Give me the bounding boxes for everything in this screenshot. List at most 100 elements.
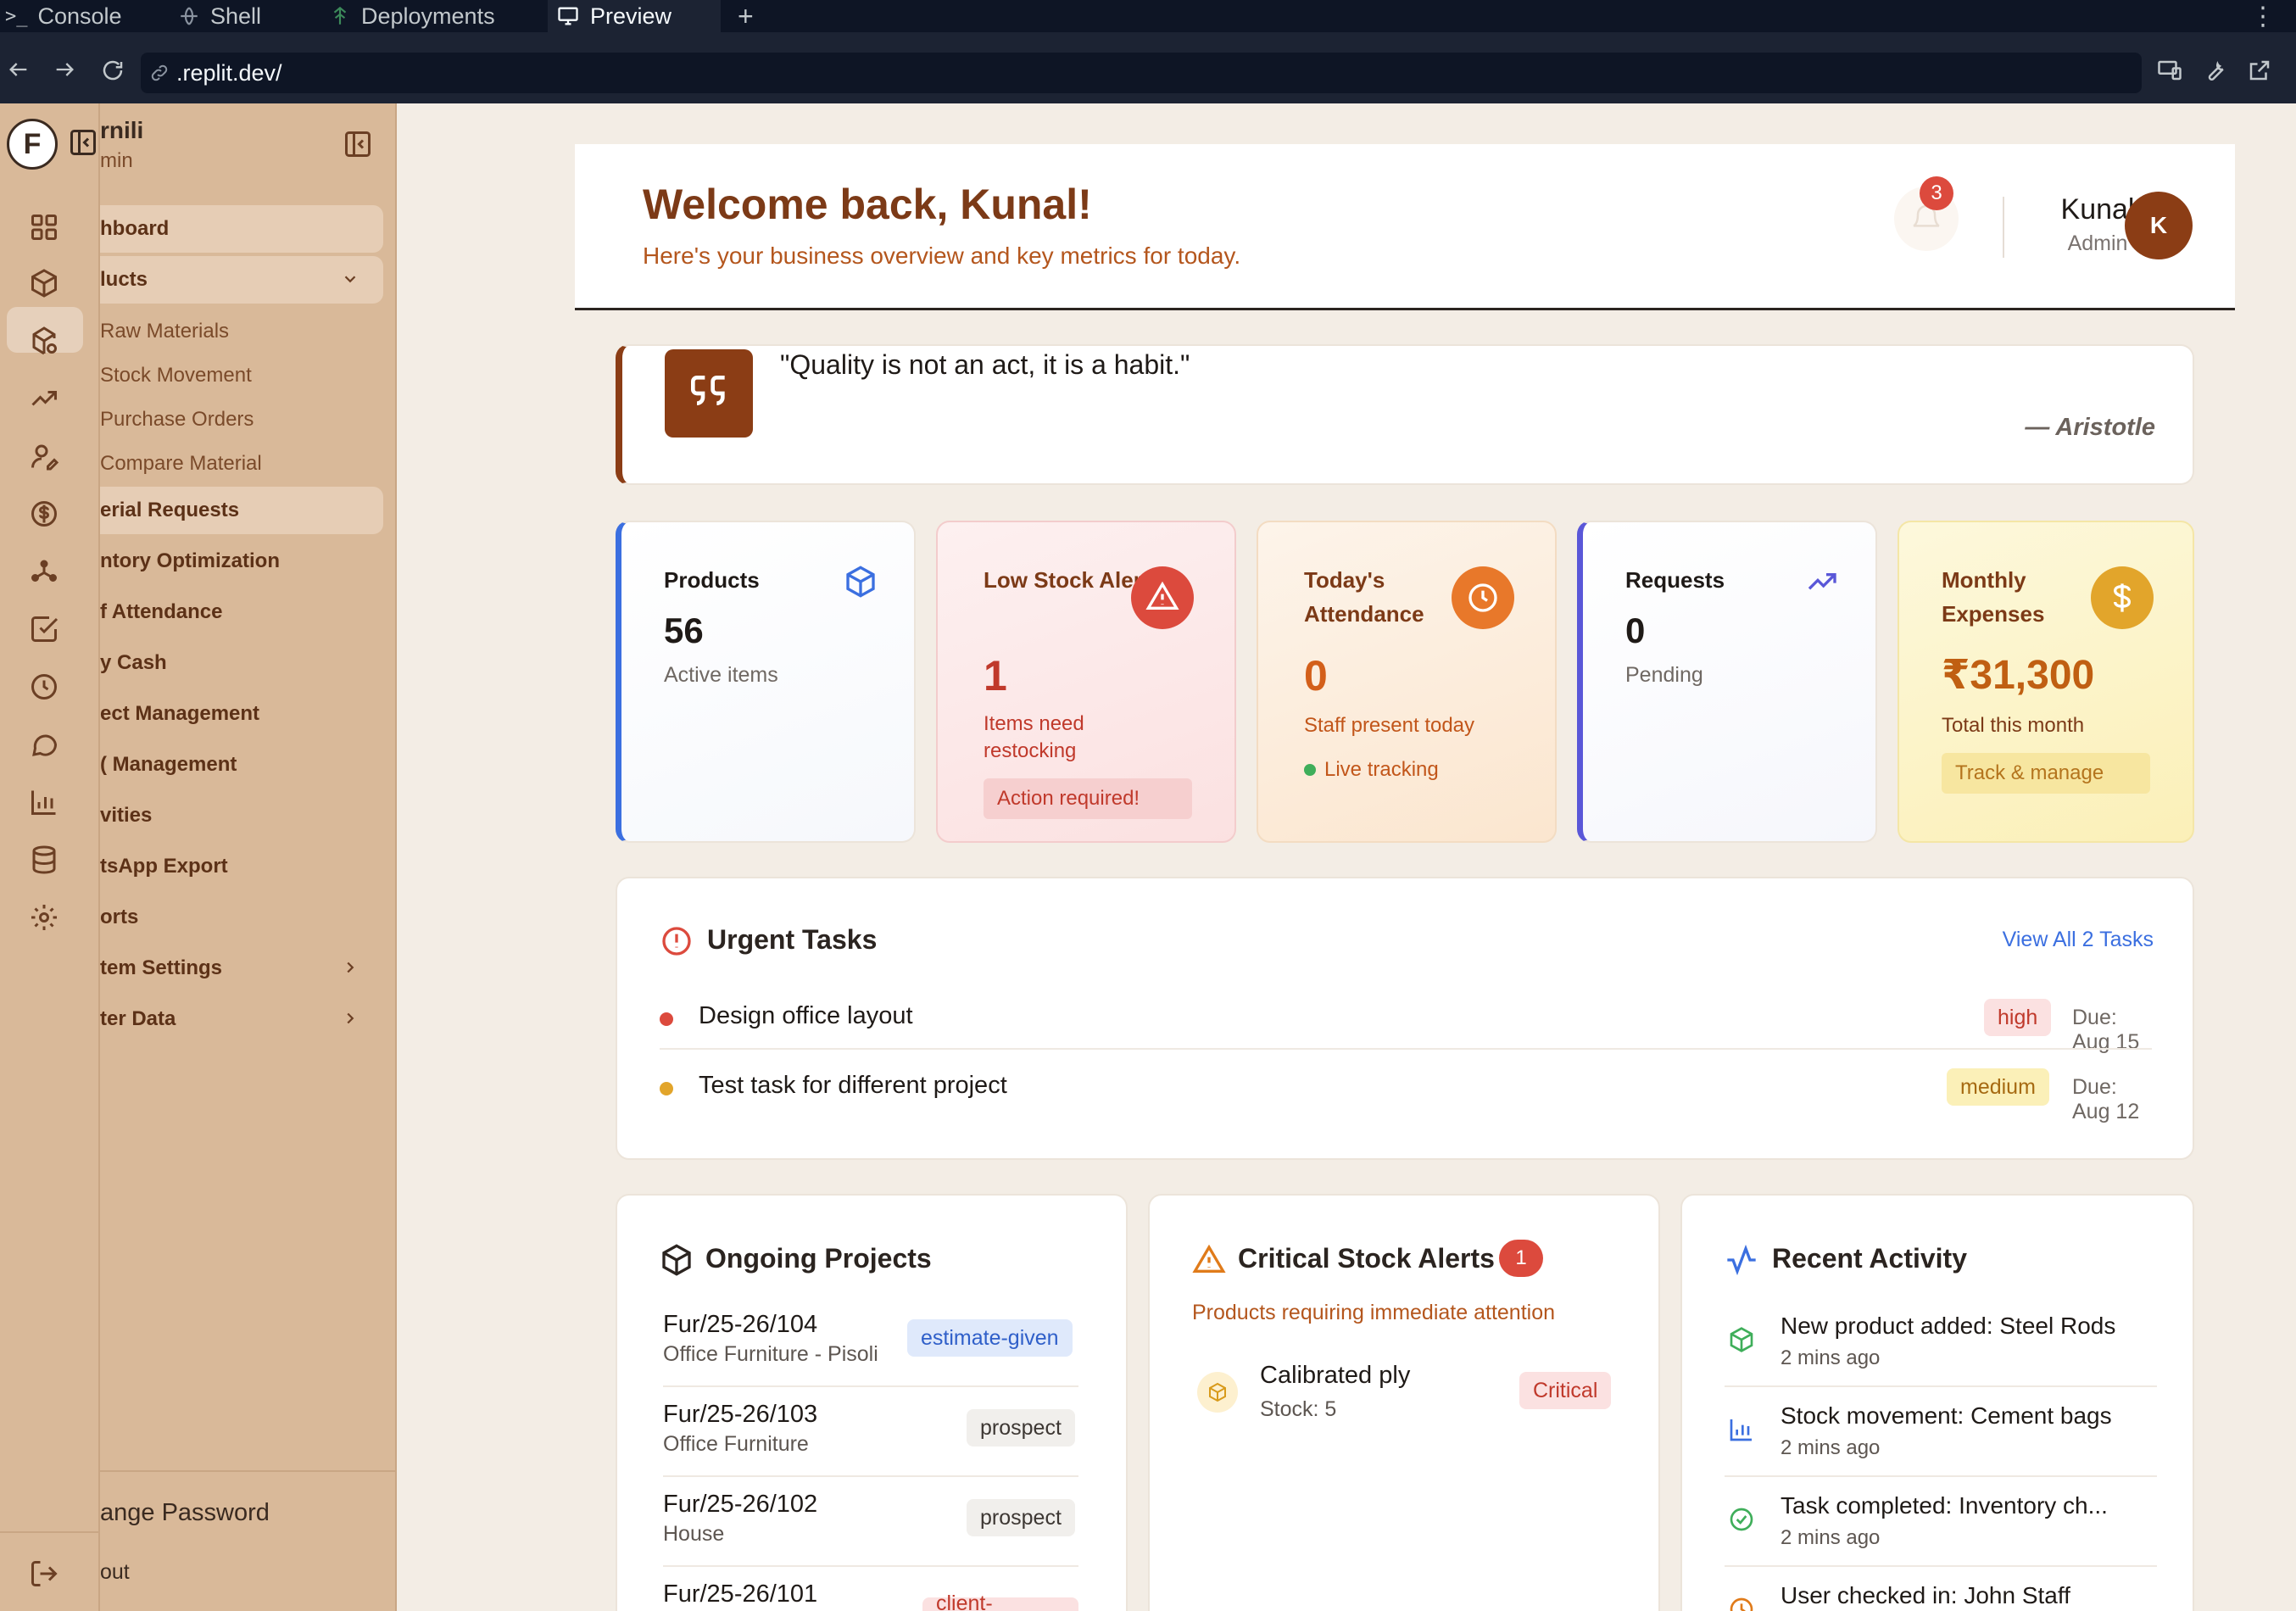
devtools-button[interactable]	[2203, 58, 2228, 83]
urgent-tasks-card: Urgent Tasks View All 2 Tasks Design off…	[616, 877, 2194, 1160]
stat-card-requests[interactable]: Requests 0 Pending	[1577, 521, 1877, 843]
sidebar-subitem-raw-materials[interactable]: Raw Materials	[100, 320, 229, 343]
sidebar-item-master-data[interactable]: ter Data	[100, 995, 383, 1043]
browser-tab-bar: >_ Console Shell Deployments Preview + ⋮	[0, 0, 2296, 32]
rail-logout[interactable]	[29, 1558, 63, 1592]
sidebar-item-project-management[interactable]: ect Management	[100, 690, 383, 738]
reload-button[interactable]	[100, 58, 125, 83]
external-link-icon	[2249, 60, 2270, 81]
shell-icon	[178, 5, 200, 27]
activity-text: Task completed: Inventory ch...	[1781, 1492, 2108, 1519]
stat-card-attendance[interactable]: Today's Attendance 0 Staff present today…	[1257, 521, 1557, 843]
stat-value: 56	[664, 610, 704, 650]
priority-dot-icon	[660, 1012, 673, 1026]
change-password-link[interactable]: ange Password	[100, 1499, 270, 1527]
tab-preview[interactable]: Preview	[548, 0, 721, 32]
dollar-icon	[2113, 583, 2132, 612]
stock-item-qty: Stock: 5	[1260, 1397, 1337, 1421]
sidebar-item-products[interactable]: lucts	[100, 256, 383, 304]
quote-icon-box	[665, 349, 753, 438]
arrow-right-icon	[56, 63, 74, 76]
chevron-right-icon	[347, 1012, 354, 1024]
sidebar-item-label: lucts	[100, 268, 148, 291]
project-row[interactable]: Fur/25-26/102 House prospect	[663, 1491, 1078, 1575]
critical-badge: Critical	[1519, 1372, 1612, 1409]
sidebar-item-label: ( Management	[100, 753, 237, 776]
browser-menu-button[interactable]: ⋮	[2250, 0, 2276, 32]
sidebar-item-dashboard[interactable]: hboard	[100, 205, 383, 253]
rail-attendance[interactable]	[29, 672, 63, 705]
sidebar-item-label: tsApp Export	[100, 855, 228, 878]
rail-dashboard[interactable]	[29, 212, 63, 246]
sidebar-item-task-management[interactable]: ( Management	[100, 741, 383, 789]
back-button[interactable]	[7, 58, 31, 81]
task-row[interactable]: Design office layout high Due: Aug 15	[660, 995, 2152, 1054]
devices-button[interactable]	[2157, 58, 2182, 83]
sidebar-item-label: orts	[100, 906, 139, 928]
rail-trends[interactable]	[29, 383, 63, 417]
sidebar-item-petty-cash[interactable]: y Cash	[100, 639, 383, 687]
sidebar-item-inventory-optimization[interactable]: ntory Optimization	[100, 538, 383, 585]
sidebar-subitem-purchase-orders[interactable]: Purchase Orders	[100, 408, 254, 432]
status-badge: estimate-given	[907, 1319, 1073, 1357]
logout-link[interactable]: out	[100, 1560, 130, 1585]
stat-card-products[interactable]: Products 56 Active items	[616, 521, 916, 843]
tab-console[interactable]: >_ Console	[5, 0, 166, 32]
rail-products[interactable]	[29, 268, 63, 302]
task-row[interactable]: Test task for different project medium D…	[660, 1065, 2152, 1123]
url-field[interactable]: .replit.dev/	[141, 53, 2142, 93]
project-row[interactable]: Fur/25-26/104 Office Furniture - Pisoli …	[663, 1311, 1078, 1396]
welcome-header: Welcome back, Kunal! Here's your busines…	[575, 144, 2235, 310]
sidebar-subitem-label: Purchase Orders	[100, 408, 254, 431]
project-row[interactable]: Fur/25-26/103 Office Furniture prospect	[663, 1401, 1078, 1486]
activity-item: New product added: Steel Rods 2 mins ago	[1725, 1313, 2157, 1389]
rail-database[interactable]	[29, 845, 63, 878]
rail-network[interactable]	[29, 556, 63, 590]
bar-chart-icon	[31, 790, 56, 815]
rail-chat[interactable]	[29, 729, 63, 763]
track-manage-chip[interactable]: Track & manage	[1942, 753, 2150, 794]
stat-label: Low Stock Alert	[984, 567, 1150, 593]
rail-settings[interactable]	[29, 902, 63, 936]
stat-card-expenses[interactable]: Monthly Expenses ₹31,300 Total this mont…	[1898, 521, 2194, 843]
forward-button[interactable]	[53, 58, 76, 81]
rail-reports[interactable]	[29, 787, 63, 821]
status-badge: prospect	[967, 1499, 1075, 1536]
sidebar-item-staff-attendance[interactable]: f Attendance	[100, 588, 383, 636]
sidebar-item-label: f Attendance	[100, 600, 223, 623]
package-icon	[846, 566, 875, 598]
sidebar-toggle-small[interactable]	[68, 127, 98, 158]
rail-tasks[interactable]	[29, 614, 63, 648]
notification-count-badge: 3	[1920, 176, 1953, 210]
sidebar-item-whatsapp-export[interactable]: tsApp Export	[100, 843, 383, 890]
tab-label: Console	[37, 3, 122, 29]
rail-users[interactable]	[29, 441, 63, 475]
stat-card-low-stock[interactable]: Low Stock Alert 1 Items need restocking …	[936, 521, 1236, 843]
devices-icon	[2158, 60, 2182, 81]
project-row[interactable]: Fur/25-26/101 client-approved	[663, 1580, 1078, 1611]
row-divider	[1725, 1565, 2157, 1567]
new-tab-button[interactable]: +	[738, 0, 763, 32]
collapse-sidebar-button[interactable]	[343, 129, 373, 159]
stock-item-name: Calibrated ply	[1260, 1362, 1411, 1389]
view-all-tasks-link[interactable]: View All 2 Tasks	[2003, 928, 2154, 952]
stock-alert-row[interactable]: Calibrated ply Stock: 5 Critical	[1192, 1362, 1619, 1438]
sidebar-divider	[100, 1470, 395, 1472]
tab-shell[interactable]: Shell	[178, 0, 314, 32]
sidebar-subitem-compare-material[interactable]: Compare Material	[100, 452, 262, 476]
activity-item: Stock movement: Cement bags 2 mins ago	[1725, 1402, 2157, 1479]
rail-cash[interactable]	[29, 499, 63, 532]
activity-text: User checked in: John Staff	[1781, 1582, 2070, 1608]
sidebar-subitem-stock-movement[interactable]: Stock Movement	[100, 364, 252, 387]
rail-materials[interactable]	[29, 326, 63, 360]
tab-deployments[interactable]: Deployments	[329, 0, 532, 32]
avatar[interactable]: K	[2125, 192, 2193, 259]
arrow-left-icon	[9, 63, 27, 76]
sidebar-item-system-settings[interactable]: tem Settings	[100, 945, 383, 992]
open-new-window-button[interactable]	[2247, 58, 2272, 83]
sidebar-item-material-requests[interactable]: erial Requests	[100, 487, 383, 534]
notification-button[interactable]: 3	[1894, 176, 1959, 251]
sidebar-subitem-label: Stock Movement	[100, 364, 252, 387]
sidebar-item-reports[interactable]: orts	[100, 894, 383, 941]
sidebar-item-activities[interactable]: vities	[100, 792, 383, 839]
